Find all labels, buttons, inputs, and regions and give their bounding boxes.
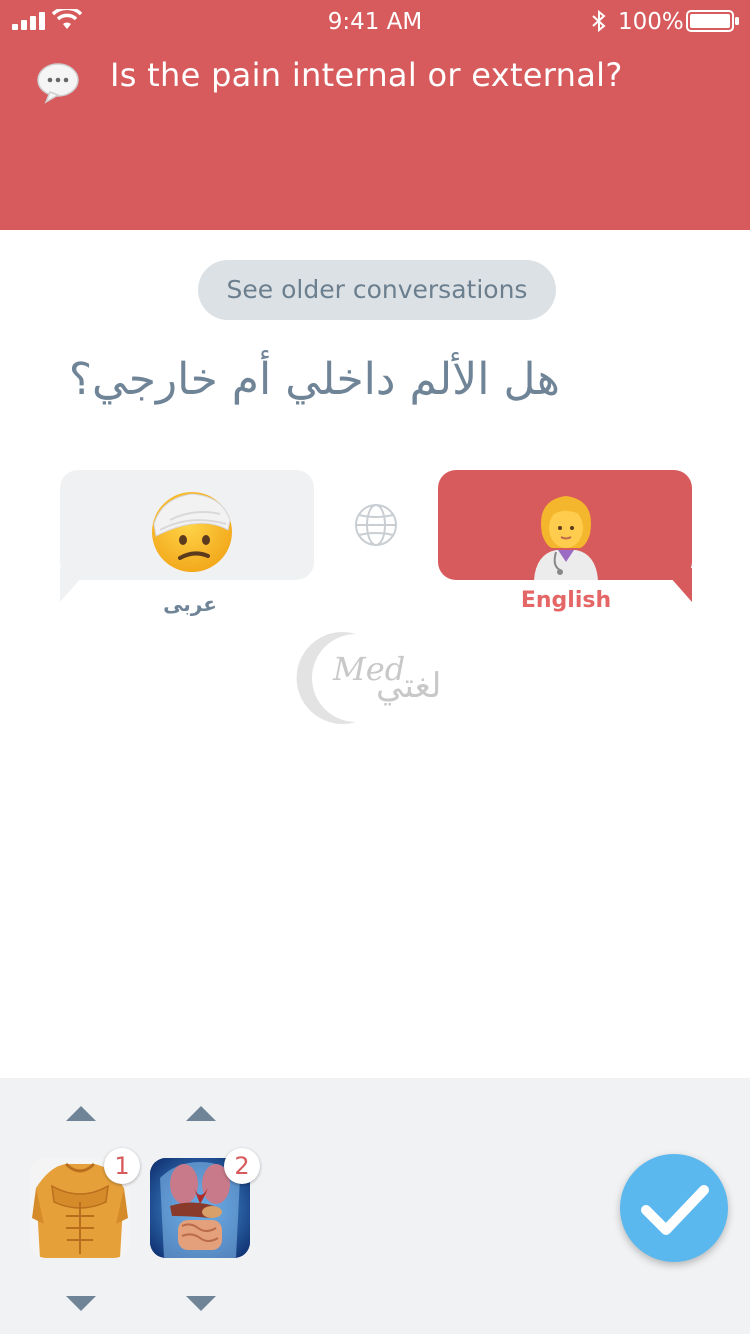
speaker-arabic-label[interactable]: عربى: [60, 592, 320, 616]
speaker-english-label[interactable]: English: [438, 588, 694, 613]
doctor-emoji: [534, 496, 598, 580]
checkmark-icon: [641, 1185, 709, 1235]
translation-text: هل الألم داخلي أم خارجي؟: [68, 354, 560, 405]
part2-count-badge: 2: [224, 1148, 260, 1184]
see-older-conversations-button[interactable]: See older conversations: [198, 260, 556, 320]
confirm-button[interactable]: [620, 1154, 728, 1262]
battery-icon: [686, 10, 739, 32]
bluetooth-icon: [592, 9, 606, 33]
battery-percent: 100%: [618, 9, 684, 35]
logo-arabic-text: لغتي: [376, 666, 442, 706]
part1-count-badge: 1: [104, 1148, 140, 1184]
part2-up-arrow-icon[interactable]: [186, 1106, 216, 1121]
header: 9:41 AM 100% Is the pain internal or ext…: [0, 0, 750, 230]
chat-bubble-icon: [37, 63, 79, 104]
part2-down-arrow-icon[interactable]: [186, 1296, 216, 1311]
injured-face-emoji: [152, 492, 232, 572]
part1-up-arrow-icon[interactable]: [66, 1106, 96, 1121]
status-bar: 9:41 AM 100%: [0, 0, 750, 44]
globe-icon[interactable]: [354, 503, 398, 547]
question-text: Is the pain internal or external?: [110, 56, 623, 94]
part1-down-arrow-icon[interactable]: [66, 1296, 96, 1311]
